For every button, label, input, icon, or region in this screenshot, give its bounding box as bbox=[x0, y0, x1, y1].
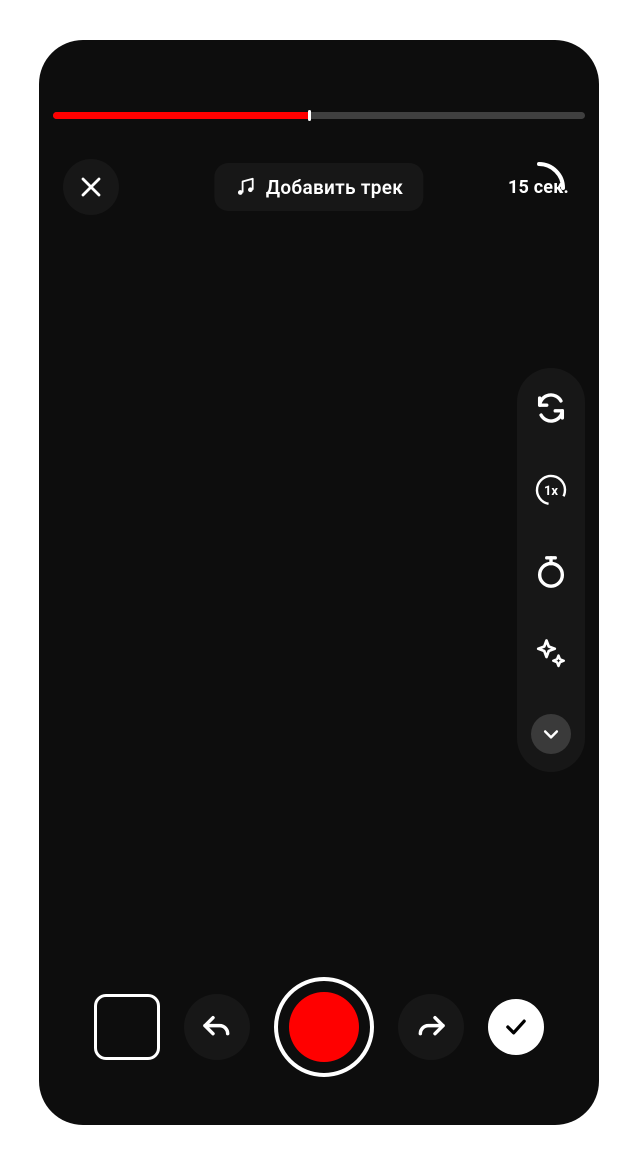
gallery-button[interactable] bbox=[94, 994, 160, 1060]
redo-icon bbox=[415, 1011, 447, 1043]
add-track-button[interactable]: Добавить трек bbox=[214, 163, 423, 211]
chevron-down-icon bbox=[541, 724, 561, 744]
camera-screen: Добавить трек 15 сек. bbox=[39, 40, 599, 1125]
speed-button[interactable]: 1x bbox=[529, 468, 573, 512]
record-button[interactable] bbox=[274, 977, 374, 1077]
close-icon bbox=[79, 175, 103, 199]
progress-bar[interactable] bbox=[53, 112, 585, 119]
undo-button[interactable] bbox=[184, 994, 250, 1060]
effects-button[interactable] bbox=[529, 632, 573, 676]
expand-tools-button[interactable] bbox=[531, 714, 571, 754]
segment-marker bbox=[308, 110, 311, 121]
sparkle-icon bbox=[533, 636, 569, 672]
progress-fill bbox=[53, 112, 308, 119]
tool-rail: 1x bbox=[517, 368, 585, 772]
top-bar: Добавить трек 15 сек. bbox=[39, 152, 599, 222]
add-track-label: Добавить трек bbox=[266, 176, 403, 199]
duration-selector[interactable]: 15 сек. bbox=[501, 159, 577, 215]
flip-camera-button[interactable] bbox=[529, 386, 573, 430]
record-inner bbox=[289, 992, 359, 1062]
music-icon bbox=[234, 176, 256, 198]
check-icon bbox=[502, 1013, 530, 1041]
duration-arc-icon bbox=[501, 159, 577, 215]
flip-camera-icon bbox=[534, 391, 568, 425]
timer-icon bbox=[534, 555, 568, 589]
speed-icon: 1x bbox=[533, 472, 569, 508]
bottom-bar bbox=[39, 977, 599, 1077]
redo-button[interactable] bbox=[398, 994, 464, 1060]
svg-text:1x: 1x bbox=[543, 484, 557, 499]
undo-icon bbox=[201, 1011, 233, 1043]
confirm-button[interactable] bbox=[488, 999, 544, 1055]
timer-button[interactable] bbox=[529, 550, 573, 594]
close-button[interactable] bbox=[63, 159, 119, 215]
